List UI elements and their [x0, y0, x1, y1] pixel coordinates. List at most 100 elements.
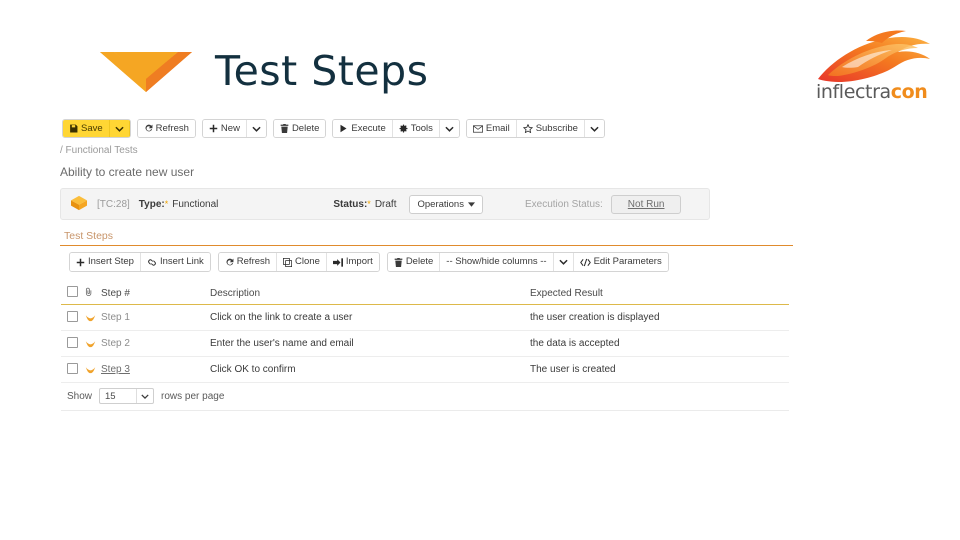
row-expected-result: The user is created	[530, 364, 789, 375]
save-button[interactable]: Save	[63, 120, 110, 137]
insert-step-button[interactable]: Insert Step	[70, 253, 141, 271]
test-steps-table: Step # Description Expected Result Step …	[61, 282, 789, 383]
toolbar-group-refresh: Refresh	[137, 119, 196, 138]
show-hide-columns-dropdown-button[interactable]	[554, 253, 574, 271]
refresh-button[interactable]: Refresh	[138, 120, 195, 137]
row-checkbox-cell[interactable]	[61, 311, 85, 325]
import-button-label: Import	[346, 257, 373, 267]
column-header-description[interactable]: Description	[210, 288, 530, 299]
row-step-cell: Step 2	[85, 338, 210, 349]
clone-button-label: Clone	[295, 257, 320, 267]
play-icon	[339, 124, 348, 133]
row-checkbox[interactable]	[67, 363, 78, 374]
execution-status-badge[interactable]: Not Run	[611, 195, 682, 214]
row-step-link[interactable]: Step 1	[101, 312, 130, 323]
toolbar-group-execute: Execute Tools	[332, 119, 460, 138]
paperclip-icon	[85, 287, 93, 299]
row-checkbox[interactable]	[67, 337, 78, 348]
tools-button[interactable]: Tools	[393, 120, 440, 137]
refresh-button-label: Refresh	[156, 124, 189, 134]
steps-delete-button[interactable]: Delete	[388, 253, 440, 271]
row-checkbox-cell[interactable]	[61, 337, 85, 351]
row-description: Enter the user's name and email	[210, 338, 530, 349]
steps-refresh-button[interactable]: Refresh	[219, 253, 277, 271]
clone-button[interactable]: Clone	[277, 253, 327, 271]
tools-dropdown-button[interactable]	[440, 120, 459, 137]
show-hide-columns-select[interactable]: -- Show/hide columns --	[440, 253, 553, 271]
row-expected-result: the data is accepted	[530, 338, 789, 349]
insert-link-button[interactable]: Insert Link	[141, 253, 210, 271]
import-arrow-icon	[333, 258, 343, 267]
table-row[interactable]: Step 2 Enter the user's name and email t…	[61, 331, 789, 357]
show-hide-columns-label: -- Show/hide columns --	[446, 257, 546, 267]
brand-wordmark-prefix: inflectra	[816, 81, 891, 103]
subscribe-button[interactable]: Subscribe	[517, 120, 585, 137]
steps-group-columns: Delete -- Show/hide columns -- Edit Para…	[387, 252, 669, 272]
subscribe-button-label: Subscribe	[536, 124, 578, 134]
footer-divider	[61, 410, 789, 411]
column-header-expected-result[interactable]: Expected Result	[530, 288, 789, 299]
rows-per-page-value: 15	[100, 391, 116, 402]
tab-test-steps[interactable]: Test Steps	[60, 230, 113, 242]
execute-button-label: Execute	[351, 124, 385, 134]
column-header-step-label: Step #	[101, 288, 130, 299]
edit-parameters-button-label: Edit Parameters	[594, 257, 662, 267]
row-step-cell: Step 1	[85, 312, 210, 323]
trash-icon	[280, 124, 289, 133]
save-button-label: Save	[81, 124, 103, 134]
trash-icon	[394, 258, 403, 267]
row-checkbox-cell[interactable]	[61, 363, 85, 377]
steps-group-actions: Refresh Clone Import	[218, 252, 380, 272]
table-row[interactable]: Step 3 Click OK to confirm The user is c…	[61, 357, 789, 383]
toolbar-group-email: Email Subscribe	[466, 119, 605, 138]
orange-step-icon	[85, 314, 96, 322]
new-button[interactable]: New	[203, 120, 247, 137]
slide-header: Test Steps inflectracon	[0, 0, 960, 118]
table-row[interactable]: Step 1 Click on the link to create a use…	[61, 305, 789, 331]
edit-parameters-button[interactable]: Edit Parameters	[574, 253, 668, 271]
chevron-down-logo-icon	[100, 52, 192, 92]
artifact-info-bar: [TC:28] Type:* Functional Status:* Draft…	[60, 188, 710, 220]
copy-icon	[283, 258, 292, 267]
row-step-link[interactable]: Step 2	[101, 338, 130, 349]
code-brackets-icon	[580, 258, 591, 267]
select-all-checkbox[interactable]	[67, 286, 78, 297]
test-steps-toolbar: Insert Step Insert Link Refresh Clon	[69, 252, 669, 272]
table-header-row: Step # Description Expected Result	[61, 282, 789, 305]
operations-button-label: Operations	[417, 199, 463, 210]
link-icon	[147, 258, 157, 267]
execute-button[interactable]: Execute	[333, 120, 392, 137]
row-step-link[interactable]: Step 3	[101, 364, 130, 375]
required-marker: *	[165, 199, 169, 209]
refresh-icon	[225, 258, 234, 267]
delete-button[interactable]: Delete	[274, 120, 325, 137]
email-button-label: Email	[486, 124, 510, 134]
type-value: Functional	[172, 199, 218, 210]
main-toolbar: Save Refresh New	[62, 119, 605, 138]
subscribe-dropdown-button[interactable]	[585, 120, 604, 137]
row-step-cell: Step 3	[85, 364, 210, 375]
rows-per-page-select[interactable]: 15	[99, 388, 154, 404]
column-header-step[interactable]: Step #	[85, 287, 210, 299]
caret-down-icon	[468, 202, 475, 207]
row-expected-result: the user creation is displayed	[530, 312, 789, 323]
new-dropdown-button[interactable]	[247, 120, 266, 137]
insert-link-button-label: Insert Link	[160, 257, 204, 267]
tools-button-label: Tools	[411, 124, 433, 134]
execution-status-label: Execution Status:	[525, 199, 603, 210]
phoenix-flame-icon	[814, 27, 942, 85]
chevron-down-icon	[590, 126, 599, 132]
operations-button[interactable]: Operations	[409, 195, 482, 214]
refresh-icon	[144, 124, 153, 133]
row-checkbox[interactable]	[67, 311, 78, 322]
email-button[interactable]: Email	[467, 120, 517, 137]
brand-wordmark-suffix: con	[891, 81, 928, 103]
breadcrumb[interactable]: / Functional Tests	[60, 145, 138, 156]
save-dropdown-button[interactable]	[110, 120, 130, 137]
orange-step-icon	[85, 366, 96, 374]
select-all-checkbox-cell[interactable]	[61, 286, 85, 300]
envelope-icon	[473, 125, 483, 133]
plus-icon	[209, 124, 218, 133]
import-button[interactable]: Import	[327, 253, 379, 271]
insert-step-button-label: Insert Step	[88, 257, 134, 267]
